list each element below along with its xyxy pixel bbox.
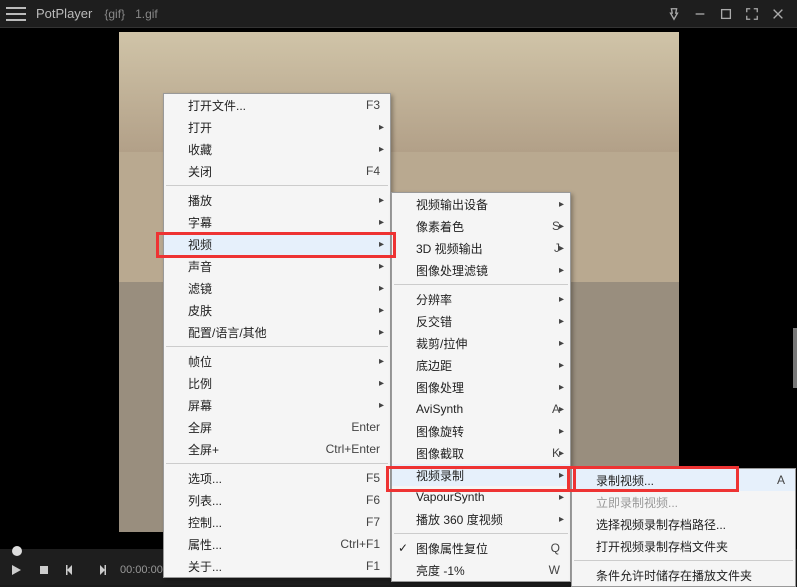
menu-vapoursynth[interactable]: VapourSynth▸ bbox=[392, 486, 570, 508]
menu-fullscreen-plus[interactable]: 全屏+Ctrl+Enter bbox=[164, 438, 390, 460]
fullscreen-button[interactable] bbox=[739, 2, 765, 26]
menu-crop-stretch[interactable]: 裁剪/拉伸▸ bbox=[392, 332, 570, 354]
side-handle[interactable] bbox=[793, 328, 797, 388]
format-meta: {gif} bbox=[104, 7, 125, 21]
menu-image-filter[interactable]: 图像处理滤镜▸ bbox=[392, 259, 570, 281]
next-button[interactable] bbox=[88, 558, 112, 582]
menu-brightness[interactable]: 亮度 -1%W bbox=[392, 559, 570, 581]
menu-ratio[interactable]: 比例▸ bbox=[164, 372, 390, 394]
context-menu-main: 打开文件...F3 打开▸ 收藏▸ 关闭F4 播放▸ 字幕▸ 视频▸ 声音▸ 滤… bbox=[163, 93, 391, 578]
menu-resolution[interactable]: 分辨率▸ bbox=[392, 288, 570, 310]
context-menu-video: 视频输出设备▸ 像素着色S▸ 3D 视频输出J▸ 图像处理滤镜▸ 分辨率▸ 反交… bbox=[391, 192, 571, 582]
filename: 1.gif bbox=[135, 7, 158, 21]
menu-options[interactable]: 选项...F5 bbox=[164, 467, 390, 489]
play-button[interactable] bbox=[4, 558, 28, 582]
time-label: 00:00:00 bbox=[120, 564, 163, 576]
menu-record-now[interactable]: 立即录制视频... bbox=[572, 491, 795, 513]
menu-control[interactable]: 控制...F7 bbox=[164, 511, 390, 533]
menu-margin[interactable]: 底边距▸ bbox=[392, 354, 570, 376]
menu-open-path[interactable]: 打开视频录制存档文件夹 bbox=[572, 535, 795, 557]
menu-record[interactable]: 视频录制▸ bbox=[392, 464, 570, 486]
menu-filter[interactable]: 滤镜▸ bbox=[164, 277, 390, 299]
menu-deinterlace[interactable]: 反交错▸ bbox=[392, 310, 570, 332]
titlebar: PotPlayer {gif} 1.gif bbox=[0, 0, 797, 28]
menu-3d-output[interactable]: 3D 视频输出J▸ bbox=[392, 237, 570, 259]
menu-video[interactable]: 视频▸ bbox=[164, 233, 390, 255]
hamburger-icon[interactable] bbox=[6, 4, 26, 24]
menu-fps[interactable]: 帧位▸ bbox=[164, 350, 390, 372]
menu-playback[interactable]: 播放▸ bbox=[164, 189, 390, 211]
maximize-button[interactable] bbox=[713, 2, 739, 26]
stop-button[interactable] bbox=[32, 558, 56, 582]
menu-close[interactable]: 关闭F4 bbox=[164, 160, 390, 182]
menu-capture[interactable]: 图像截取K▸ bbox=[392, 442, 570, 464]
menu-open-file[interactable]: 打开文件...F3 bbox=[164, 94, 390, 116]
minimize-button[interactable] bbox=[687, 2, 713, 26]
close-button[interactable] bbox=[765, 2, 791, 26]
menu-screen[interactable]: 屏幕▸ bbox=[164, 394, 390, 416]
menu-reset-props[interactable]: ✓图像属性复位Q bbox=[392, 537, 570, 559]
menu-select-path[interactable]: 选择视频录制存档路径... bbox=[572, 513, 795, 535]
menu-about[interactable]: 关于...F1 bbox=[164, 555, 390, 577]
menu-image-proc[interactable]: 图像处理▸ bbox=[392, 376, 570, 398]
progress-knob[interactable] bbox=[12, 546, 22, 556]
menu-avisynth[interactable]: AviSynthA▸ bbox=[392, 398, 570, 420]
menu-subtitle[interactable]: 字幕▸ bbox=[164, 211, 390, 233]
menu-properties[interactable]: 属性...Ctrl+F1 bbox=[164, 533, 390, 555]
menu-config[interactable]: 配置/语言/其他▸ bbox=[164, 321, 390, 343]
app-name: PotPlayer bbox=[36, 6, 92, 21]
context-menu-record: 录制视频...A 立即录制视频... 选择视频录制存档路径... 打开视频录制存… bbox=[571, 468, 796, 587]
menu-audio[interactable]: 声音▸ bbox=[164, 255, 390, 277]
menu-rotate[interactable]: 图像旋转▸ bbox=[392, 420, 570, 442]
menu-open[interactable]: 打开▸ bbox=[164, 116, 390, 138]
pin-icon[interactable] bbox=[661, 2, 687, 26]
menu-favorites[interactable]: 收藏▸ bbox=[164, 138, 390, 160]
prev-button[interactable] bbox=[60, 558, 84, 582]
menu-playlist[interactable]: 列表...F6 bbox=[164, 489, 390, 511]
menu-fullscreen[interactable]: 全屏Enter bbox=[164, 416, 390, 438]
menu-allow-play-folder[interactable]: 条件允许时储存在播放文件夹 bbox=[572, 564, 795, 586]
menu-pixel-shader[interactable]: 像素着色S▸ bbox=[392, 215, 570, 237]
menu-skin[interactable]: 皮肤▸ bbox=[164, 299, 390, 321]
menu-output-device[interactable]: 视频输出设备▸ bbox=[392, 193, 570, 215]
menu-record-video[interactable]: 录制视频...A bbox=[572, 469, 795, 491]
menu-play-360[interactable]: 播放 360 度视频▸ bbox=[392, 508, 570, 530]
